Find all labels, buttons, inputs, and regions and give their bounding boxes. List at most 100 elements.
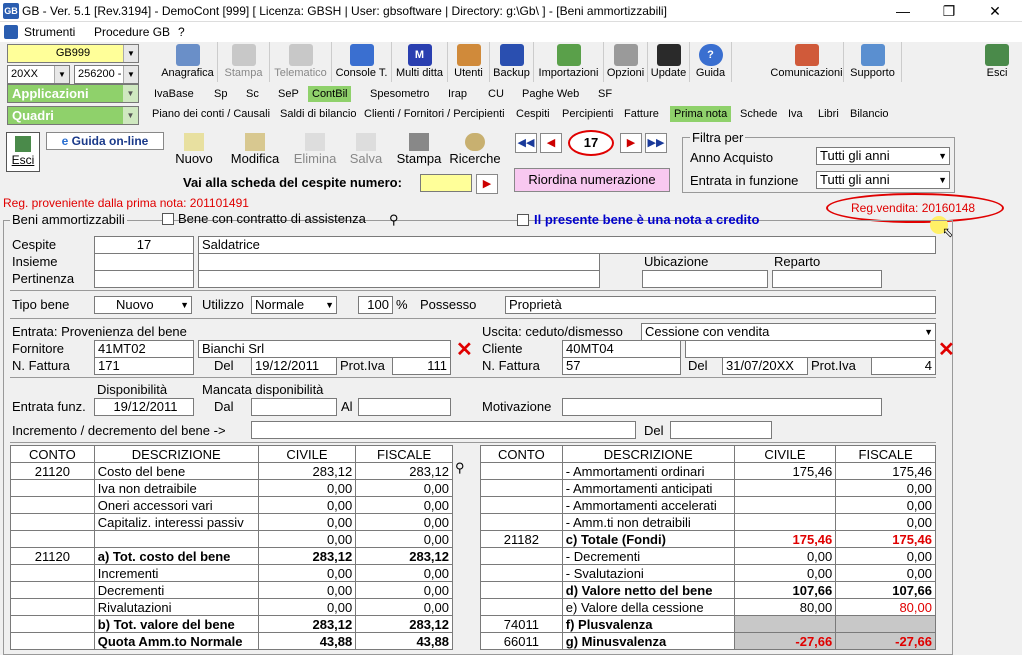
tab-libri[interactable]: Libri: [818, 108, 839, 120]
tab-iva[interactable]: Iva: [788, 108, 803, 120]
entrata-funzione-select[interactable]: Tutti gli anni ▼: [816, 171, 950, 189]
guida-button[interactable]: ? Guida: [690, 42, 732, 82]
utilizzo-select[interactable]: Normale ▼: [251, 296, 337, 314]
del-input[interactable]: 19/12/2011: [251, 357, 337, 375]
update-button[interactable]: Update: [648, 42, 690, 82]
tipo-bene-select[interactable]: Nuovo ▼: [94, 296, 192, 314]
possesso-input[interactable]: Proprietà: [505, 296, 936, 314]
tab-prima-nota[interactable]: Prima nota: [670, 106, 732, 122]
menu-app-icon[interactable]: [4, 25, 18, 39]
vai-input[interactable]: [420, 174, 472, 192]
tab-cu[interactable]: CU: [488, 88, 504, 100]
salva-button[interactable]: Salva: [344, 132, 388, 170]
tab-clienti-fornitori[interactable]: Clienti / Fornitori / Percipienti: [364, 108, 505, 120]
modifica-button[interactable]: Modifica: [226, 132, 284, 170]
insieme-desc[interactable]: [198, 253, 600, 271]
ubicazione-input[interactable]: [642, 270, 768, 288]
quadri-select[interactable]: Quadri ▼: [7, 106, 139, 125]
cespite-description[interactable]: Saldatrice: [198, 236, 936, 254]
backup-button[interactable]: Backup: [490, 42, 534, 82]
tab-percipienti[interactable]: Percipienti: [562, 108, 613, 120]
tab-fatture[interactable]: Fatture: [624, 108, 659, 120]
first-record-button[interactable]: ◀◀: [515, 133, 537, 153]
tab-bilancio[interactable]: Bilancio: [850, 108, 889, 120]
entrata-funz-input[interactable]: 19/12/2011: [94, 398, 194, 416]
stampa-toolbar-button[interactable]: Stampa: [218, 42, 270, 82]
comunicazioni-button[interactable]: Comunicazioni: [770, 42, 844, 82]
tab-sf[interactable]: SF: [598, 88, 612, 100]
nfattura-input[interactable]: 171: [94, 357, 194, 375]
minimize-icon[interactable]: —: [880, 0, 926, 22]
al-input[interactable]: [358, 398, 451, 416]
tab-spesometro[interactable]: Spesometro: [370, 88, 429, 100]
year-select[interactable]: 20XX ▼: [7, 65, 70, 84]
protiva-input[interactable]: 111: [392, 357, 451, 375]
tab-saldi-bilancio[interactable]: Saldi di bilancio: [280, 108, 356, 120]
clear-cliente-icon[interactable]: ✕: [938, 337, 955, 362]
anagrafica-button[interactable]: Anagrafica: [158, 42, 218, 82]
riordina-button[interactable]: Riordina numerazione: [514, 168, 670, 192]
tab-paghe-web[interactable]: Paghe Web: [522, 88, 579, 100]
fornitore-name[interactable]: Bianchi Srl: [198, 340, 451, 358]
incremento-input[interactable]: [251, 421, 636, 439]
elimina-button[interactable]: Elimina: [290, 132, 340, 170]
tab-irap[interactable]: Irap: [448, 88, 467, 100]
tab-schede[interactable]: Schede: [740, 108, 777, 120]
nuovo-button[interactable]: Nuovo: [170, 132, 218, 170]
pertinenza-code[interactable]: [94, 270, 194, 288]
prev-record-button[interactable]: ◀: [540, 133, 562, 153]
supporto-button[interactable]: Supporto: [844, 42, 902, 82]
esci-toolbar-button[interactable]: Esci: [976, 42, 1018, 82]
cliente-code[interactable]: 40MT04: [562, 340, 681, 358]
esci-button[interactable]: Esci: [6, 132, 40, 172]
vai-button[interactable]: ▶: [476, 174, 498, 194]
incremento-del-input[interactable]: [670, 421, 772, 439]
guida-online-button[interactable]: e Guida on-line: [46, 132, 164, 150]
stampa-button[interactable]: Stampa: [394, 132, 444, 170]
tab-sp[interactable]: Sp: [214, 88, 227, 100]
utenti-button[interactable]: Utenti: [448, 42, 490, 82]
del2-input[interactable]: 31/07/20XX: [722, 357, 808, 375]
company-select[interactable]: GB999 ▼: [7, 44, 139, 63]
console-button[interactable]: Console T.: [332, 42, 392, 82]
tab-sc[interactable]: Sc: [246, 88, 259, 100]
multi-ditta-button[interactable]: M Multi ditta: [392, 42, 448, 82]
tab-cespiti[interactable]: Cespiti: [516, 108, 550, 120]
insieme-code[interactable]: [94, 253, 194, 271]
protiva2-input[interactable]: 4: [871, 357, 936, 375]
dal-input[interactable]: [251, 398, 337, 416]
menu-help[interactable]: ?: [178, 25, 185, 39]
nfattura2-input[interactable]: 57: [562, 357, 681, 375]
nota-credito-checkbox[interactable]: [517, 214, 529, 226]
tab-sep[interactable]: SeP: [278, 88, 299, 100]
tab-ivabase[interactable]: IvaBase: [154, 88, 194, 100]
fornitore-code[interactable]: 41MT02: [94, 340, 194, 358]
uscita-select[interactable]: Cessione con vendita ▼: [641, 323, 936, 341]
last-record-button[interactable]: ▶▶: [645, 133, 667, 153]
importazioni-button[interactable]: Importazioni: [534, 42, 604, 82]
percentuale-input[interactable]: 100: [358, 296, 393, 314]
next-record-button[interactable]: ▶: [620, 133, 642, 153]
menu-strumenti[interactable]: Strumenti: [24, 25, 75, 39]
menu-procedure-gb[interactable]: Procedure GB: [94, 25, 170, 39]
motivazione-input[interactable]: [562, 398, 882, 416]
clear-fornitore-icon[interactable]: ✕: [456, 337, 473, 362]
anno-acquisto-select[interactable]: Tutti gli anni ▼: [816, 147, 950, 165]
pertinenza-desc[interactable]: [198, 270, 600, 288]
tab-piano-conti[interactable]: Piano dei conti / Causali: [152, 108, 270, 120]
code-select[interactable]: 256200 - ▼: [74, 65, 139, 84]
applicazioni-select[interactable]: Applicazioni ▼: [7, 84, 139, 103]
cespite-number[interactable]: 17: [94, 236, 194, 254]
search-icon[interactable]: ⚲: [389, 212, 399, 228]
maximize-icon[interactable]: ❐: [926, 0, 972, 22]
contratto-checkbox[interactable]: [162, 213, 174, 225]
telematico-button[interactable]: Telematico: [270, 42, 332, 82]
cliente-name[interactable]: [685, 340, 936, 358]
close-icon[interactable]: ✕: [972, 0, 1018, 22]
search-icon[interactable]: ⚲: [455, 460, 465, 476]
reparto-input[interactable]: [772, 270, 882, 288]
reg-vendita[interactable]: Reg.vendita: 20160148: [851, 201, 975, 215]
ricerche-button[interactable]: Ricerche: [448, 132, 502, 170]
tab-contbil[interactable]: ContBil: [308, 86, 352, 102]
opzioni-button[interactable]: Opzioni: [604, 42, 648, 82]
